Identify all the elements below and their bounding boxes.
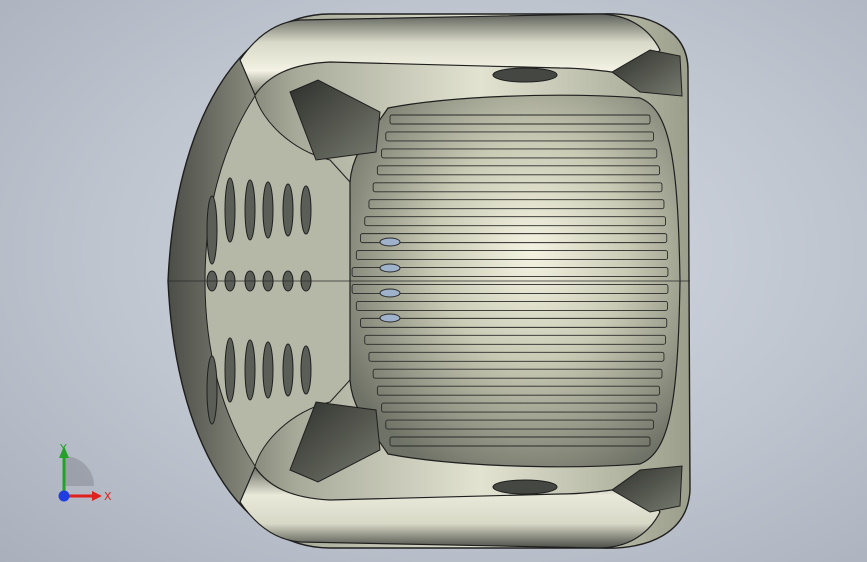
vent-hole bbox=[300, 185, 312, 235]
chair-model[interactable] bbox=[0, 0, 867, 562]
vent-hole bbox=[282, 183, 294, 237]
vent-hole bbox=[282, 343, 294, 397]
vent-hole bbox=[244, 179, 256, 241]
vent-hole bbox=[224, 177, 236, 243]
arm-hole-top bbox=[492, 67, 558, 83]
vent-hole bbox=[206, 355, 218, 425]
slat-slot bbox=[379, 313, 401, 323]
vent-hole bbox=[300, 345, 312, 395]
vent-hole bbox=[206, 195, 218, 265]
graphics-viewport[interactable]: Y X bbox=[0, 0, 867, 562]
vent-hole bbox=[262, 341, 274, 399]
arm-hole-bottom bbox=[492, 479, 558, 495]
x-axis-label: X bbox=[104, 490, 112, 503]
slat-slot bbox=[379, 237, 401, 247]
vent-hole bbox=[224, 337, 236, 403]
y-axis-label: Y bbox=[59, 442, 67, 455]
x-arrow-head bbox=[92, 491, 102, 501]
coordinate-triad: Y X bbox=[58, 442, 112, 503]
z-axis-point bbox=[58, 490, 70, 502]
vent-hole bbox=[262, 181, 274, 239]
slat-slot bbox=[379, 263, 401, 273]
slat-slot bbox=[379, 288, 401, 298]
vent-hole bbox=[244, 339, 256, 401]
